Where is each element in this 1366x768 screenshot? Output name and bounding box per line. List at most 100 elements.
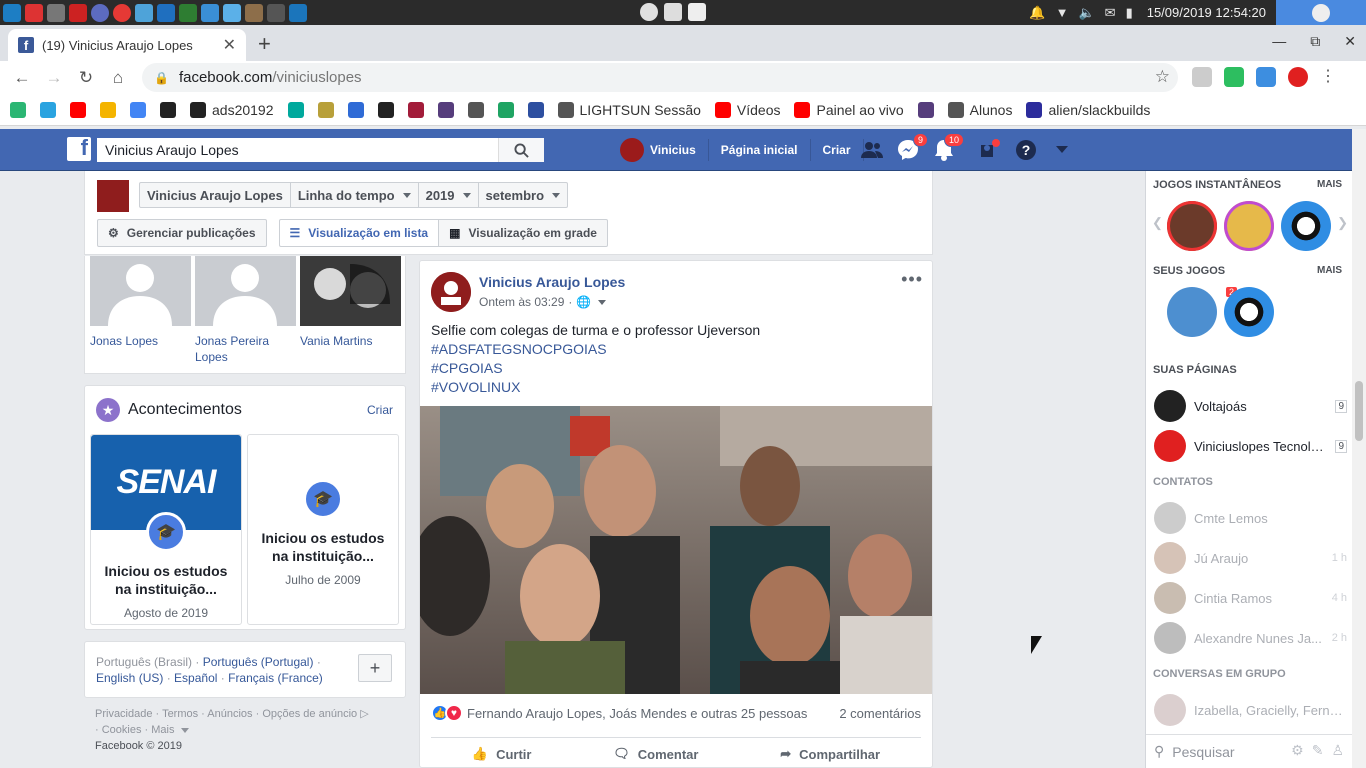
anydesk-icon[interactable]	[113, 3, 131, 22]
system-icon[interactable]	[3, 3, 21, 22]
contact-item[interactable]: Alexandre Nunes Ja... 2 h	[1154, 621, 1347, 655]
url-text[interactable]: facebook.com/viniciuslopes	[179, 69, 362, 86]
adventure-game-icon[interactable]	[1167, 287, 1217, 337]
footer-link[interactable]: Cookies	[102, 724, 142, 736]
messenger-icon[interactable]: 9	[896, 133, 928, 162]
language-link[interactable]: Português (Portugal)	[203, 655, 314, 669]
8-ball-pool-icon[interactable]	[1281, 201, 1331, 251]
bookmark-item[interactable]: alien/slackbuilds	[1026, 101, 1150, 118]
friend-photo[interactable]	[90, 256, 191, 326]
love-reaction-icon[interactable]: ♥	[445, 704, 463, 722]
contact-item[interactable]: Jú Araujo 1 h	[1154, 541, 1347, 575]
reaction-names[interactable]: Fernando Araujo Lopes, Joás Mendes e out…	[467, 706, 839, 721]
chevron-down-icon[interactable]	[598, 299, 607, 305]
bookmark-item[interactable]	[287, 101, 304, 118]
reload-icon[interactable]: ↻	[70, 68, 102, 88]
friend-name[interactable]: Jonas Pereira Lopes	[195, 333, 296, 365]
facebook-logo-icon[interactable]: f	[67, 135, 91, 161]
language-link[interactable]: Español	[174, 671, 217, 685]
hashtag-link[interactable]: #VOVOLINUX	[431, 378, 760, 397]
contact-item[interactable]: Cmte Lemos	[1154, 501, 1347, 535]
bookmark-item[interactable]: LIGHTSUN Sessão	[557, 101, 701, 118]
friend-requests-icon[interactable]	[860, 138, 884, 162]
life-event-card[interactable]: 🎓 Iniciou os estudos na instituição... J…	[247, 434, 399, 625]
bookmark-item[interactable]: Painel ao vivo	[794, 101, 904, 118]
bookmark-item[interactable]	[40, 101, 56, 118]
volume-icon[interactable]: 🔈	[1078, 5, 1094, 21]
bell-icon[interactable]: 🔔	[1029, 5, 1045, 21]
new-group-icon[interactable]: ♙	[1331, 742, 1344, 759]
bookmark-item[interactable]: Vídeos	[714, 101, 780, 118]
quick-help-icon[interactable]	[978, 138, 1002, 162]
bookmark-item[interactable]	[467, 101, 484, 118]
new-tab-button[interactable]: +	[258, 31, 271, 57]
comment-button[interactable]: 🗨 Comentar	[613, 746, 698, 762]
list-view-button[interactable]: ☰ Visualização em lista	[278, 219, 440, 247]
folder-icon[interactable]	[664, 3, 682, 21]
bookmark-item[interactable]	[377, 101, 394, 118]
chrome-window-icon[interactable]	[640, 3, 658, 21]
drive-app-icon[interactable]	[47, 3, 65, 22]
compass-icon[interactable]	[91, 3, 109, 22]
home-link[interactable]: Página inicial	[709, 139, 811, 161]
gimp-icon[interactable]	[245, 3, 263, 22]
group-chat-item[interactable]: Izabella, Gracielly, Fernan...	[1154, 693, 1347, 727]
more-languages-button[interactable]: +	[358, 654, 392, 682]
friend-card[interactable]: Jonas Pereira Lopes	[195, 256, 296, 365]
life-event-card[interactable]: SENAI 🎓 Iniciou os estudos na instituiçã…	[90, 434, 242, 625]
timeline-section-dropdown[interactable]: Linha do tempo	[291, 183, 419, 207]
like-button[interactable]: 👍 Curtir	[472, 746, 532, 762]
comments-count[interactable]: 2 comentários	[839, 706, 921, 721]
forward-icon[interactable]: →	[38, 68, 70, 88]
profile-link[interactable]: Vinicius	[608, 138, 709, 162]
bookmark-item[interactable]	[917, 101, 934, 118]
uno-game-icon[interactable]	[1167, 201, 1217, 251]
footer-link[interactable]: Termos	[162, 708, 198, 720]
create-link[interactable]: Criar	[811, 139, 864, 161]
footer-link[interactable]: Mais	[151, 724, 174, 736]
timeline-name[interactable]: Vinicius Araujo Lopes	[140, 183, 291, 207]
bookmark-star-icon[interactable]: ☆	[1155, 67, 1170, 87]
bookmark-item[interactable]	[407, 101, 424, 118]
camera-icon[interactable]	[201, 3, 219, 22]
mail-icon[interactable]: ✉	[1105, 5, 1116, 21]
bookmark-item[interactable]	[317, 101, 334, 118]
bookmark-item[interactable]	[437, 101, 454, 118]
bookmark-item[interactable]: ads20192	[190, 101, 274, 118]
active-chrome-button[interactable]	[1276, 0, 1366, 25]
quiz-game-icon[interactable]	[1224, 201, 1274, 251]
friend-photo[interactable]	[195, 256, 296, 326]
home-icon[interactable]: ⌂	[102, 68, 134, 88]
bookmark-item[interactable]	[347, 101, 364, 118]
footer-link[interactable]: Anúncios	[207, 708, 252, 720]
post-author-avatar[interactable]	[431, 272, 471, 312]
page-scrollbar[interactable]	[1352, 129, 1366, 768]
bookmark-item[interactable]	[100, 101, 116, 118]
account-menu-icon[interactable]	[1050, 138, 1074, 162]
chat-app-icon[interactable]	[223, 3, 241, 22]
language-link[interactable]: English (US)	[96, 671, 163, 685]
maximize-icon[interactable]: ⧉	[1310, 33, 1320, 50]
page-item[interactable]: Voltajoás 9	[1154, 389, 1347, 423]
bookmark-item[interactable]	[10, 101, 26, 118]
instant-games-more[interactable]: MAIS	[1317, 179, 1342, 190]
chevron-down-icon[interactable]	[180, 728, 189, 733]
language-link[interactable]: Français (France)	[228, 671, 323, 685]
bookmark-item[interactable]	[497, 101, 514, 118]
facebook-search-input[interactable]	[97, 138, 498, 162]
document-icon[interactable]	[688, 3, 706, 21]
friend-photo[interactable]	[300, 256, 401, 326]
create-event-link[interactable]: Criar	[367, 403, 393, 417]
compose-icon[interactable]: ✎	[1312, 742, 1324, 759]
timeline-avatar[interactable]	[97, 180, 129, 212]
vscode-icon[interactable]	[157, 3, 175, 22]
notifications-icon[interactable]: 10	[932, 133, 964, 162]
bookmark-item[interactable]	[527, 101, 544, 118]
globe-icon[interactable]: 🌐	[576, 295, 591, 309]
close-tab-icon[interactable]: ✕	[223, 35, 236, 55]
cube-icon[interactable]	[135, 3, 153, 22]
bookmark-item[interactable]: Alunos	[947, 101, 1012, 118]
battery-icon[interactable]: ▮	[1126, 5, 1133, 21]
chevron-left-icon[interactable]: ❮	[1152, 215, 1163, 231]
footer-link[interactable]: Privacidade	[95, 708, 152, 720]
